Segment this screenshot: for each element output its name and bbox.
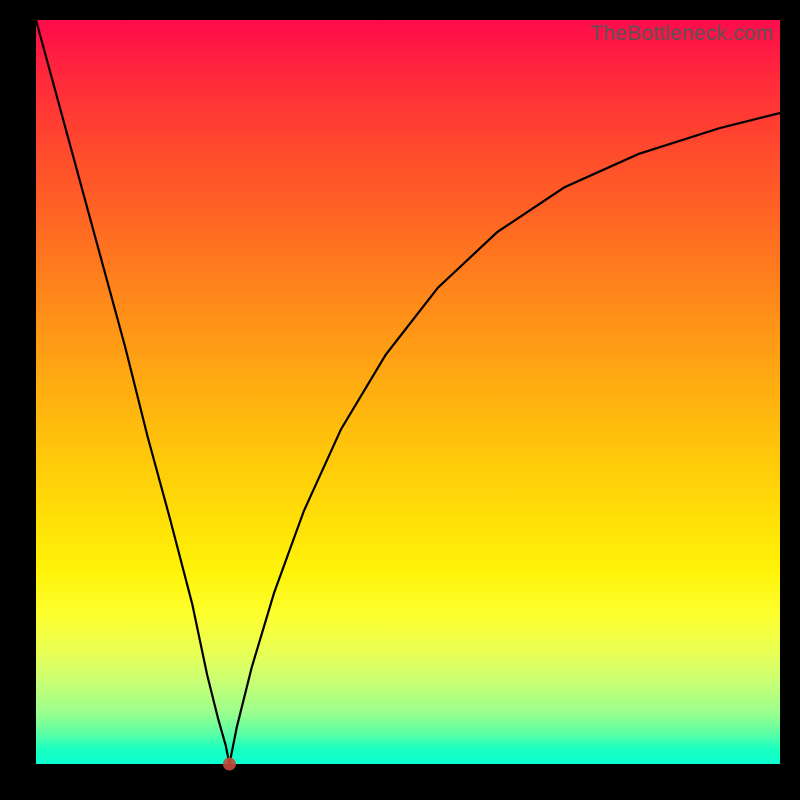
plot-area: TheBottleneck.com [36, 20, 780, 764]
curve-svg [36, 20, 780, 764]
curve-right [229, 113, 780, 764]
chart-frame: TheBottleneck.com [0, 0, 800, 800]
marker-dot [223, 758, 236, 771]
curve-left [36, 20, 229, 764]
